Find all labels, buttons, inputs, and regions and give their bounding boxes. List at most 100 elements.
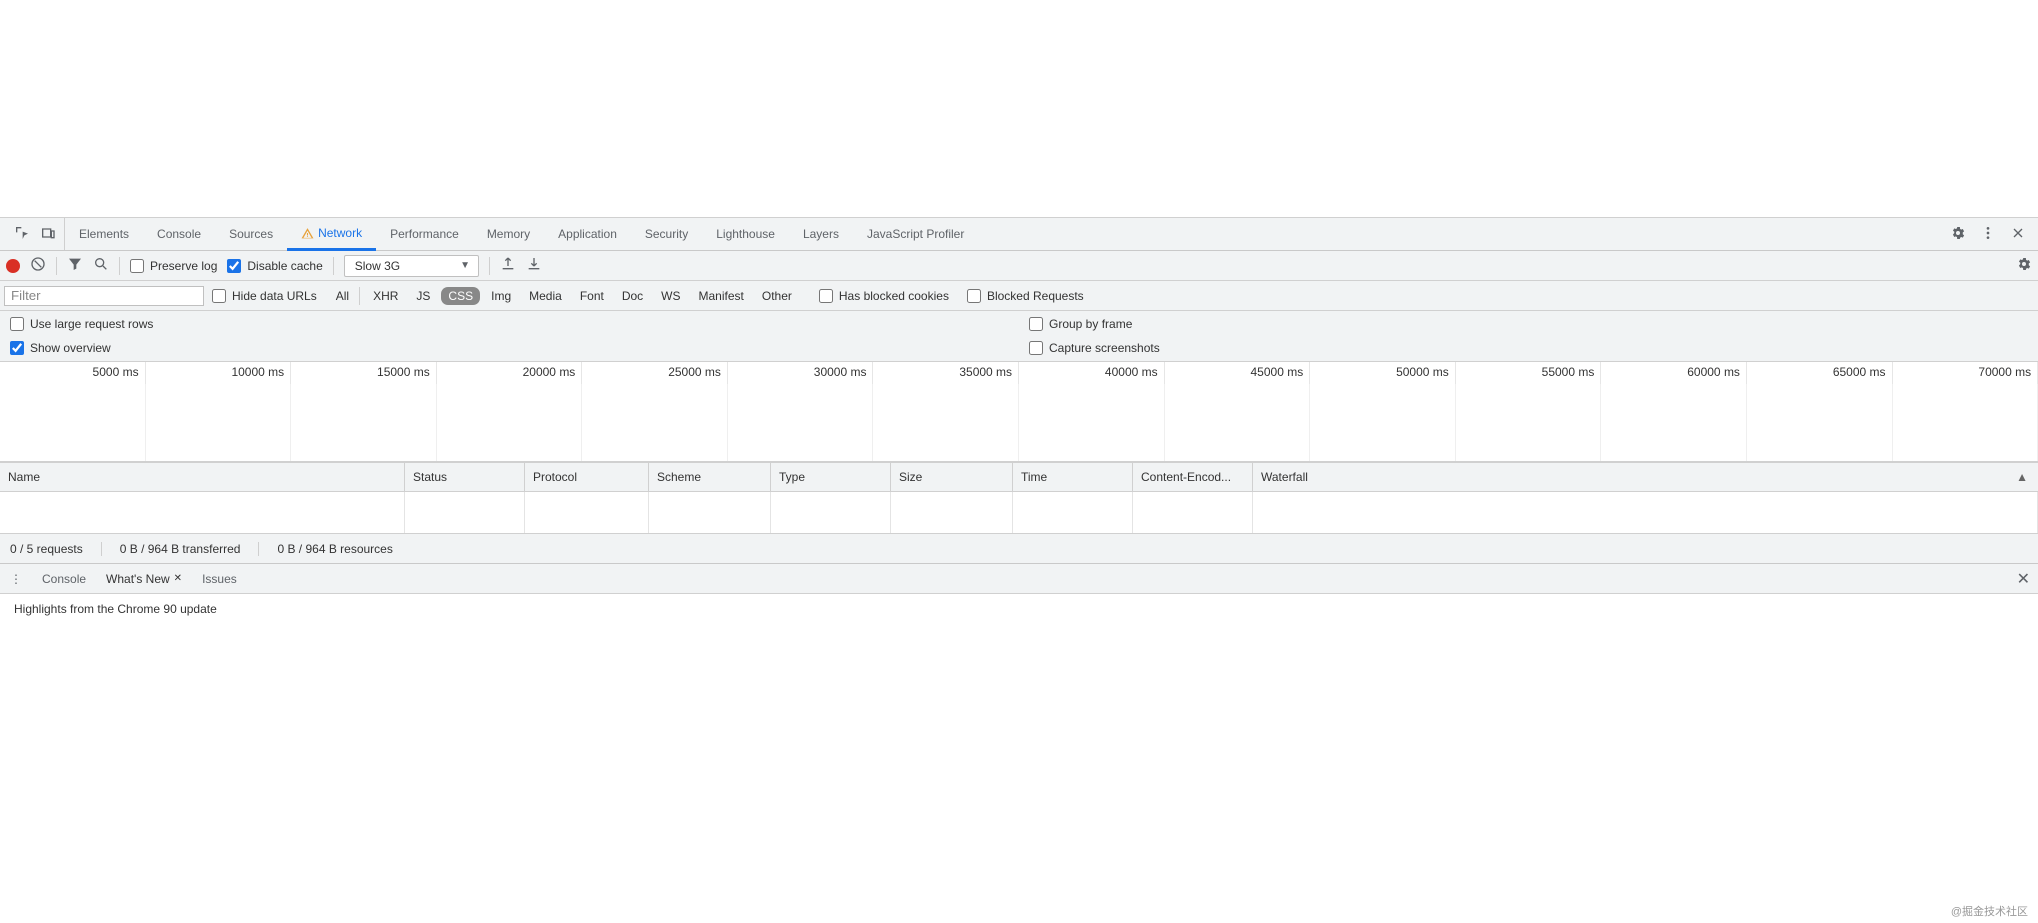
timeline-overview[interactable]: 5000 ms10000 ms15000 ms20000 ms25000 ms3… (0, 362, 2038, 462)
filter-type-other[interactable]: Other (755, 287, 799, 305)
tab-lighthouse[interactable]: Lighthouse (702, 218, 789, 250)
network-view-settings: Use large request rows Show overview Gro… (0, 311, 2038, 362)
timeline-tick: 5000 ms (0, 362, 146, 384)
throttling-select[interactable]: Slow 3G ▼ (344, 255, 479, 277)
settings-gear-icon[interactable] (1950, 225, 1966, 244)
col-size[interactable]: Size (891, 463, 1013, 491)
blocked-requests-checkbox[interactable]: Blocked Requests (967, 289, 1084, 303)
close-devtools-icon[interactable] (2010, 225, 2026, 244)
filter-type-font[interactable]: Font (573, 287, 611, 305)
filter-type-doc[interactable]: Doc (615, 287, 650, 305)
devtools-main-tabs: ElementsConsoleSourcesNetworkPerformance… (0, 217, 2038, 251)
drawer-more-icon[interactable]: ⋮ (8, 572, 24, 586)
requests-table-body (0, 492, 2038, 534)
tab-console[interactable]: Console (143, 218, 215, 250)
hide-data-urls-label: Hide data URLs (232, 289, 317, 303)
status-resources: 0 B / 964 B resources (277, 542, 392, 556)
use-large-rows-label: Use large request rows (30, 317, 153, 331)
timeline-tick: 70000 ms (1893, 362, 2038, 384)
status-transferred: 0 B / 964 B transferred (120, 542, 260, 556)
filter-input[interactable] (4, 286, 204, 306)
warning-icon (301, 227, 314, 240)
tab-javascript-profiler[interactable]: JavaScript Profiler (853, 218, 978, 250)
use-large-rows-checkbox[interactable]: Use large request rows (10, 317, 1009, 331)
network-filter-row: Hide data URLs All XHRJSCSSImgMediaFontDo… (0, 281, 2038, 311)
network-toolbar: Preserve log Disable cache Slow 3G ▼ (0, 251, 2038, 281)
timeline-tick: 15000 ms (291, 362, 437, 384)
preserve-log-label: Preserve log (150, 259, 217, 273)
toggle-device-icon[interactable] (40, 225, 56, 244)
watermark-text: @掘金技术社区 (1951, 903, 2028, 919)
filter-type-js[interactable]: JS (409, 287, 437, 305)
timeline-tick: 20000 ms (437, 362, 583, 384)
drawer-tabs: ⋮ Console What's New✕ Issues ✕ (0, 564, 2038, 594)
timeline-tick: 30000 ms (728, 362, 874, 384)
filter-type-css[interactable]: CSS (441, 287, 480, 305)
timeline-tick: 10000 ms (146, 362, 292, 384)
has-blocked-cookies-label: Has blocked cookies (839, 289, 949, 303)
show-overview-checkbox[interactable]: Show overview (10, 341, 1009, 355)
has-blocked-cookies-checkbox[interactable]: Has blocked cookies (819, 289, 949, 303)
timeline-tick: 65000 ms (1747, 362, 1893, 384)
drawer-close-icon[interactable]: ✕ (2017, 569, 2030, 589)
chevron-down-icon: ▼ (460, 260, 470, 271)
throttling-value: Slow 3G (355, 259, 400, 273)
timeline-tick: 50000 ms (1310, 362, 1456, 384)
col-protocol[interactable]: Protocol (525, 463, 649, 491)
filter-type-ws[interactable]: WS (654, 287, 687, 305)
filter-type-img[interactable]: Img (484, 287, 518, 305)
col-waterfall[interactable]: Waterfall▲ (1253, 463, 2038, 491)
timeline-tick: 55000 ms (1456, 362, 1602, 384)
col-scheme[interactable]: Scheme (649, 463, 771, 491)
group-by-frame-label: Group by frame (1049, 317, 1132, 331)
tab-security[interactable]: Security (631, 218, 702, 250)
search-icon[interactable] (93, 256, 109, 275)
export-har-icon[interactable] (526, 256, 542, 275)
inspect-element-icon[interactable] (14, 225, 30, 244)
col-name[interactable]: Name (0, 463, 405, 491)
show-overview-label: Show overview (30, 341, 111, 355)
tab-sources[interactable]: Sources (215, 218, 287, 250)
more-menu-icon[interactable] (1980, 225, 1996, 244)
tab-elements[interactable]: Elements (65, 218, 143, 250)
capture-screenshots-label: Capture screenshots (1049, 341, 1160, 355)
disable-cache-checkbox[interactable]: Disable cache (227, 259, 322, 273)
col-type[interactable]: Type (771, 463, 891, 491)
close-tab-icon[interactable]: ✕ (174, 573, 182, 584)
tab-network[interactable]: Network (287, 219, 376, 251)
drawer-tab-what-s-new[interactable]: What's New✕ (106, 572, 182, 586)
network-settings-icon[interactable] (2016, 256, 2032, 275)
tab-performance[interactable]: Performance (376, 218, 473, 250)
col-content-encoding[interactable]: Content-Encod... (1133, 463, 1253, 491)
filter-type-xhr[interactable]: XHR (366, 287, 405, 305)
import-har-icon[interactable] (500, 256, 516, 275)
status-requests: 0 / 5 requests (10, 542, 102, 556)
requests-table-header: Name Status Protocol Scheme Type Size Ti… (0, 462, 2038, 492)
filter-type-media[interactable]: Media (522, 287, 569, 305)
col-time[interactable]: Time (1013, 463, 1133, 491)
timeline-tick: 35000 ms (873, 362, 1019, 384)
timeline-tick: 25000 ms (582, 362, 728, 384)
clear-icon[interactable] (30, 256, 46, 275)
timeline-tick: 60000 ms (1601, 362, 1747, 384)
preserve-log-checkbox[interactable]: Preserve log (130, 259, 217, 273)
col-status[interactable]: Status (405, 463, 525, 491)
filter-type-all[interactable]: All (329, 287, 360, 305)
blocked-requests-label: Blocked Requests (987, 289, 1084, 303)
timeline-tick: 40000 ms (1019, 362, 1165, 384)
timeline-tick: 45000 ms (1165, 362, 1311, 384)
group-by-frame-checkbox[interactable]: Group by frame (1029, 317, 2028, 331)
drawer-tab-console[interactable]: Console (42, 572, 86, 586)
tab-application[interactable]: Application (544, 218, 631, 250)
filter-funnel-icon[interactable] (67, 256, 83, 275)
drawer-tab-issues[interactable]: Issues (202, 572, 237, 586)
hide-data-urls-checkbox[interactable]: Hide data URLs (212, 289, 317, 303)
drawer-content: Highlights from the Chrome 90 update (0, 594, 2038, 638)
capture-screenshots-checkbox[interactable]: Capture screenshots (1029, 341, 2028, 355)
tab-memory[interactable]: Memory (473, 218, 544, 250)
filter-type-manifest[interactable]: Manifest (692, 287, 751, 305)
sort-asc-icon: ▲ (2016, 470, 2028, 484)
record-button-icon[interactable] (6, 259, 20, 273)
page-content-area (0, 0, 2038, 217)
tab-layers[interactable]: Layers (789, 218, 853, 250)
